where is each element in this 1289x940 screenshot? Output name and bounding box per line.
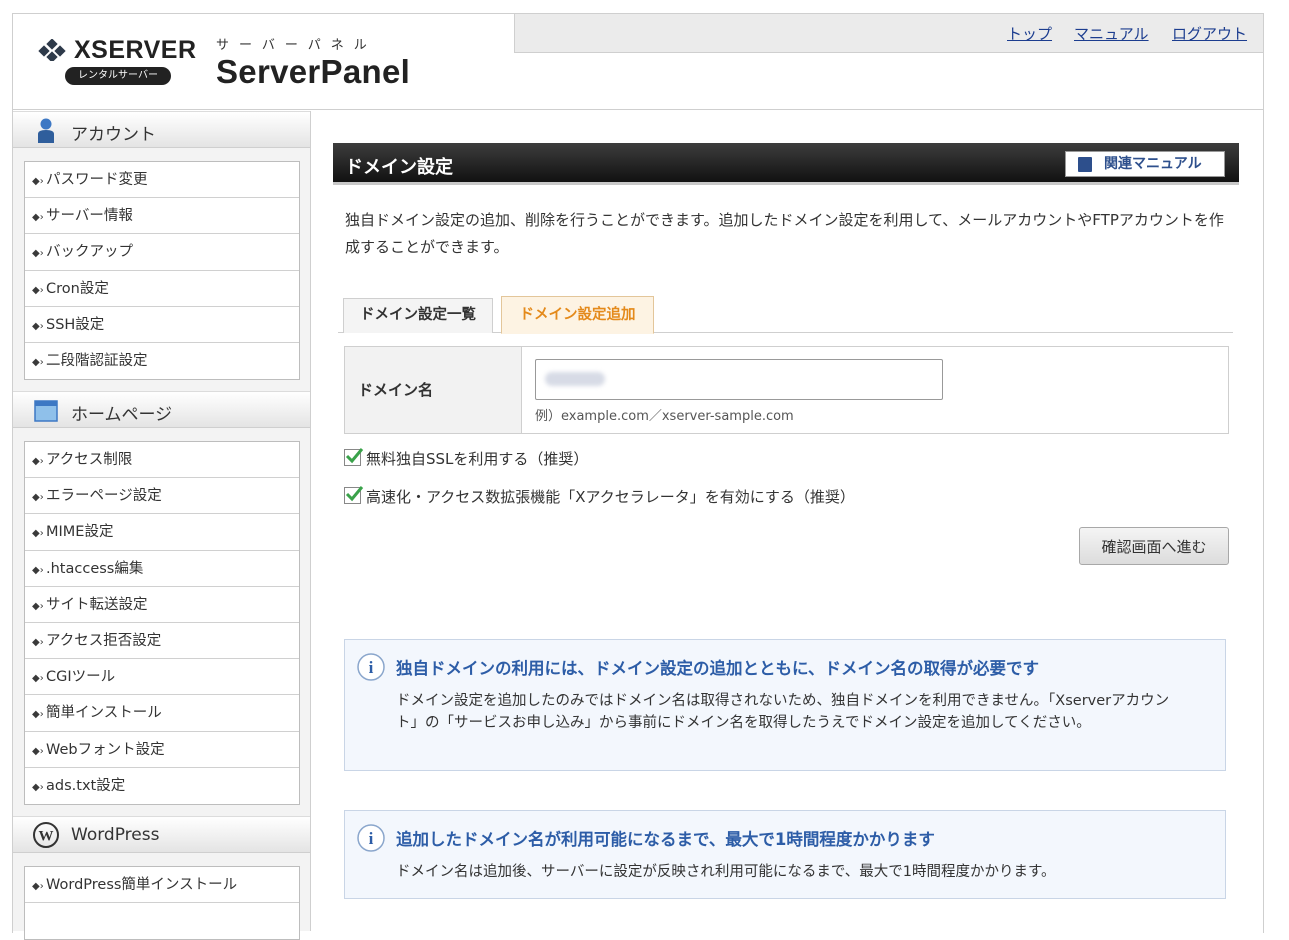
arrow-icon: ◆› (32, 600, 44, 612)
tab-bar: ドメイン設定一覧 ドメイン設定追加 (338, 296, 1233, 334)
arrow-icon: ◆› (32, 528, 44, 540)
sidebar-item-access-limit[interactable]: ◆› アクセス制限 (25, 442, 299, 479)
panel-name: ServerPanel (216, 53, 411, 90)
notice-heading: 追加したドメイン名が利用可能になるまで、最大で1時間程度かかります (396, 830, 935, 849)
nav-logout-link[interactable]: ログアウト (1172, 23, 1247, 44)
sidebar-item-server-info[interactable]: ◆› サーバー情報 (25, 198, 299, 235)
arrow-icon: ◆› (32, 881, 44, 892)
sidebar-item-ads-txt[interactable]: ◆› ads.txt設定 (25, 768, 299, 804)
tab-domain-list[interactable]: ドメイン設定一覧 (343, 298, 493, 333)
related-manual-button[interactable]: 関連マニュアル (1065, 151, 1225, 177)
sidebar-section-title: アカウント (71, 125, 156, 145)
sidebar-item-mime[interactable]: ◆› MIME設定 (25, 514, 299, 551)
svg-text:i: i (369, 829, 374, 848)
top-navigation: トップ マニュアル ログアウト (514, 14, 1263, 53)
header: XSERVER レンタルサーバー サーバーパネル ServerPanel トップ… (13, 14, 1263, 110)
sidebar-item-password[interactable]: ◆› パスワード変更 (25, 162, 299, 199)
webpage-icon (34, 400, 58, 422)
arrow-icon: ◆› (32, 636, 44, 648)
sidebar-item-2fa[interactable]: ◆› 二段階認証設定 (25, 343, 299, 379)
sidebar-item-cron[interactable]: ◆› Cron設定 (25, 271, 299, 307)
confirm-button[interactable]: 確認画面へ進む (1079, 527, 1229, 565)
sidebar-item-htaccess[interactable]: ◆› .htaccess編集 (25, 551, 299, 587)
page-description: 独自ドメイン設定の追加、削除を行うことができます。追加したドメイン設定を利用して… (345, 211, 1224, 256)
tab-domain-add[interactable]: ドメイン設定追加 (501, 296, 654, 334)
blurred-input-text (545, 372, 605, 386)
page-title-bar: ドメイン設定 関連マニュアル (333, 143, 1239, 185)
sidebar-item-cgi[interactable]: ◆› CGIツール (25, 659, 299, 696)
arrow-icon: ◆› (32, 492, 44, 504)
arrow-icon: ◆› (32, 456, 44, 467)
accelerator-checkbox[interactable]: 高速化・アクセス数拡張機能「Xアクセラレータ」を有効にする（推奨） (344, 486, 855, 507)
sidebar-section-wordpress: W WordPress (13, 816, 310, 853)
sidebar-section-title: ホームページ (71, 405, 173, 425)
server-panel-window: XSERVER レンタルサーバー サーバーパネル ServerPanel トップ… (12, 13, 1264, 940)
sidebar-section-account: アカウント (13, 111, 310, 148)
domain-name-label: ドメイン名 (345, 347, 522, 433)
arrow-icon: ◆› (32, 564, 44, 576)
sidebar-item-ssh[interactable]: ◆› SSH設定 (25, 307, 299, 343)
sidebar-item-partial[interactable] (25, 903, 299, 939)
checkbox-checked-icon[interactable] (344, 486, 364, 504)
arrow-icon: ◆› (32, 320, 44, 332)
arrow-icon: ◆› (32, 709, 44, 721)
ssl-checkbox[interactable]: 無料独自SSLを利用する（推奨） (344, 448, 588, 469)
sidebar-item-wp-install[interactable]: ◆› WordPress簡単インストール (25, 867, 299, 904)
sidebar-item-backup[interactable]: ◆› バックアップ (25, 234, 299, 271)
arrow-icon: ◆› (32, 176, 44, 187)
arrow-icon: ◆› (32, 248, 44, 260)
sidebar-menu-homepage: ◆› アクセス制限 ◆› エラーページ設定 ◆› MIME設定 ◆› .htaccess… (24, 441, 300, 805)
domain-name-hint: 例）example.com／xserver-sample.com (535, 409, 794, 424)
notice-body: ドメイン設定を追加したのみではドメイン名は取得されないため、独自ドメインを利用で… (396, 693, 1170, 731)
notice-propagation-time: i 追加したドメイン名が利用可能になるまで、最大で1時間程度かかります ドメイン… (344, 810, 1226, 899)
notice-domain-acquisition: i 独自ドメインの利用には、ドメイン設定の追加とともに、ドメイン名の取得が必要で… (344, 639, 1226, 771)
wordpress-icon: W (33, 822, 59, 848)
info-icon: i (357, 824, 385, 852)
sidebar-item-error-page[interactable]: ◆› エラーページ設定 (25, 478, 299, 515)
brand-subtitle: レンタルサーバー (65, 67, 171, 85)
arrow-icon: ◆› (32, 673, 44, 685)
sidebar-menu-account: ◆› パスワード変更 ◆› サーバー情報 ◆› バックアップ ◆› Cron設定 ◆› S… (24, 161, 300, 381)
info-icon: i (357, 653, 385, 681)
notice-heading: 独自ドメインの利用には、ドメイン設定の追加とともに、ドメイン名の取得が必要です (396, 659, 1040, 678)
checkbox-checked-icon[interactable] (344, 448, 364, 466)
serverpanel-logo: サーバーパネル ServerPanel (216, 34, 410, 91)
arrow-icon: ◆› (32, 212, 44, 224)
notice-body: ドメイン名は追加後、サーバーに設定が反映され利用可能になるまで、最大で1時間程度… (396, 864, 1056, 880)
sidebar-section-homepage: ホームページ (13, 391, 310, 428)
arrow-icon: ◆› (32, 745, 44, 757)
sidebar-section-title: WordPress (71, 825, 160, 845)
person-icon (38, 118, 54, 143)
sidebar-item-redirect[interactable]: ◆› サイト転送設定 (25, 587, 299, 623)
book-icon (1078, 157, 1092, 172)
nav-top-link[interactable]: トップ (1007, 23, 1052, 44)
arrow-icon: ◆› (32, 356, 44, 368)
sidebar-item-easy-install[interactable]: ◆› 簡単インストール (25, 695, 299, 732)
page-title: ドメイン設定 (345, 157, 453, 178)
domain-form: ドメイン名 例）example.com／xserver-sample.com (344, 346, 1229, 434)
sidebar-item-access-deny[interactable]: ◆› アクセス拒否設定 (25, 623, 299, 660)
sidebar: アカウント ◆› パスワード変更 ◆› サーバー情報 ◆› バックアップ ◆› Cron… (13, 111, 311, 940)
nav-manual-link[interactable]: マニュアル (1074, 23, 1149, 44)
brand-name: XSERVER (74, 36, 197, 64)
sidebar-menu-wordpress: ◆› WordPress簡単インストール (24, 866, 300, 940)
xserver-diamond-icon (38, 39, 66, 61)
arrow-icon: ◆› (32, 284, 44, 296)
arrow-icon: ◆› (32, 781, 44, 793)
svg-text:W: W (39, 829, 54, 845)
sidebar-item-webfont[interactable]: ◆› Webフォント設定 (25, 732, 299, 768)
svg-text:i: i (369, 658, 374, 677)
panel-kana: サーバーパネル (216, 38, 377, 53)
